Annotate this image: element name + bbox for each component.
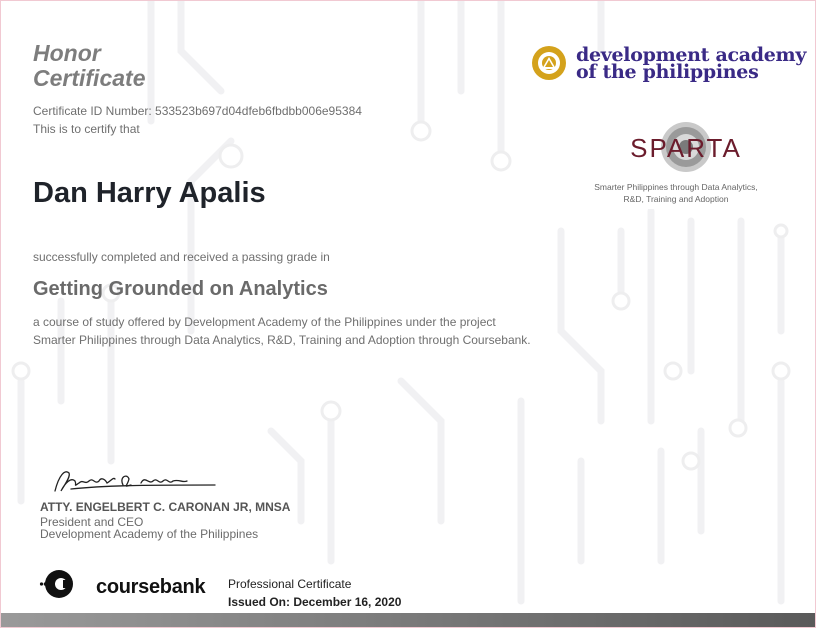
signature-icon bbox=[54, 471, 216, 492]
issued-date: Issued On: December 16, 2020 bbox=[228, 595, 402, 609]
recipient-name: Dan Harry Apalis bbox=[33, 177, 266, 209]
sparta-tagline-line1: Smarter Philippines through Data Analyti… bbox=[594, 182, 758, 192]
course-title: Getting Grounded on Analytics bbox=[33, 278, 328, 300]
signatory-name: ATTY. ENGELBERT C. CARONAN JR, MNSA bbox=[40, 500, 291, 514]
dap-emblem-icon bbox=[532, 46, 566, 80]
certify-text: This is to certify that bbox=[33, 122, 140, 136]
course-description: a course of study offered by Development… bbox=[33, 315, 531, 347]
sparta-logo-block: SPARTA Smarter Philippines through Data … bbox=[581, 109, 771, 209]
certificate-title-line1: Honor bbox=[33, 40, 101, 66]
certificate-id: Certificate ID Number: 533523b697d04dfeb… bbox=[33, 104, 362, 118]
certificate: Honor Certificate Certificate ID Number:… bbox=[0, 0, 816, 628]
coursebank-wordmark: coursebank bbox=[96, 576, 206, 598]
sparta-seal-icon: SPARTA bbox=[630, 122, 742, 172]
completion-text: successfully completed and received a pa… bbox=[33, 250, 330, 264]
signatory-organization: Development Academy of the Philippines bbox=[40, 527, 259, 541]
sparta-wordmark: SPARTA bbox=[630, 133, 742, 163]
coursebank-logo-icon bbox=[39, 570, 73, 598]
certificate-title-line2: Certificate bbox=[33, 65, 146, 91]
footer-bar bbox=[1, 613, 815, 627]
certificate-type: Professional Certificate bbox=[228, 577, 352, 591]
sparta-tagline-line2: R&D, Training and Adoption bbox=[623, 194, 729, 204]
dap-logo-line2: of the philippines bbox=[576, 61, 759, 83]
